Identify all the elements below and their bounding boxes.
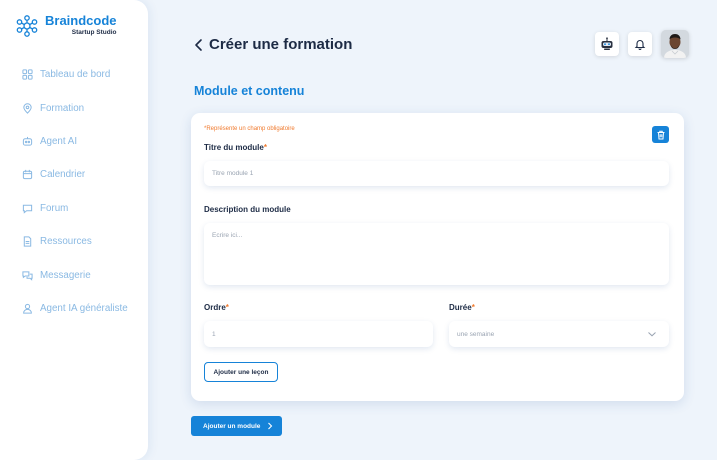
brand-name: Braindcode <box>45 13 117 28</box>
sidebar-item-label: Agent IA généraliste <box>40 302 128 314</box>
robot-button[interactable] <box>595 32 619 56</box>
ai-agent-icon <box>22 136 33 147</box>
title-label-text: Titre du module <box>204 143 264 152</box>
location-pin-icon <box>22 102 33 114</box>
brain-logo-icon <box>16 15 38 37</box>
module-description-placeholder: Ecrire ici... <box>212 232 243 239</box>
chevron-down-icon <box>648 332 656 337</box>
sidebar-item-tableau-de-bord[interactable]: Tableau de bord <box>22 58 147 91</box>
brand-logo[interactable]: Braindcode Startup Studio <box>15 14 117 38</box>
sidebar-item-label: Ressources <box>40 236 92 248</box>
sidebar-item-messagerie[interactable]: Messagerie <box>22 258 147 291</box>
messages-icon <box>22 270 33 281</box>
user-avatar[interactable] <box>661 30 689 58</box>
module-card: *Représente un champ obligatoire Titre d… <box>191 113 684 401</box>
duration-select[interactable]: une semaine <box>449 321 669 347</box>
module-description-textarea[interactable]: Ecrire ici... <box>204 223 669 285</box>
sidebar-nav: Tableau de bord Formation Agent AI Calen… <box>22 58 147 325</box>
duration-value: une semaine <box>457 330 495 338</box>
sidebar-item-ressources[interactable]: Ressources <box>22 225 147 258</box>
order-input[interactable]: 1 <box>204 321 433 347</box>
required-star: * <box>263 143 267 152</box>
order-label: Ordre* <box>204 303 229 312</box>
top-actions <box>595 30 689 58</box>
duration-label-text: Durée <box>449 303 472 312</box>
sidebar-item-agent-ai[interactable]: Agent AI <box>22 125 147 158</box>
sidebar-item-label: Messagerie <box>40 269 91 281</box>
sidebar-item-label: Formation <box>40 102 85 114</box>
delete-module-button[interactable] <box>652 126 669 143</box>
sidebar-item-forum[interactable]: Forum <box>22 192 147 225</box>
document-icon <box>22 236 33 247</box>
sidebar-item-label: Forum <box>40 202 69 214</box>
robot-icon <box>601 37 613 50</box>
dashboard-icon <box>22 69 33 80</box>
sidebar-item-label: Calendrier <box>40 169 86 181</box>
notifications-button[interactable] <box>628 32 652 56</box>
add-module-button[interactable]: Ajouter un module <box>191 416 282 436</box>
required-star: * <box>225 303 229 312</box>
bell-icon <box>634 40 646 50</box>
required-star: * <box>471 303 475 312</box>
page-header: Créer une formation <box>193 36 352 53</box>
chat-bubble-icon <box>22 203 33 214</box>
sidebar-item-label: Agent AI <box>40 135 78 147</box>
calendar-icon <box>22 169 33 180</box>
order-label-text: Ordre <box>204 303 226 312</box>
chevron-left-icon[interactable] <box>193 37 205 53</box>
trash-icon <box>657 130 664 139</box>
add-lesson-button[interactable]: Ajouter une leçon <box>204 362 278 382</box>
sidebar-item-formation[interactable]: Formation <box>22 91 147 124</box>
required-note: *Représente un champ obligatoire <box>204 126 295 132</box>
sidebar-item-calendrier[interactable]: Calendrier <box>22 158 147 191</box>
add-module-label: Ajouter un module <box>203 422 261 430</box>
user-icon <box>22 303 33 314</box>
page-title: Créer une formation <box>209 36 353 53</box>
module-title-input[interactable]: Titre module 1 <box>204 161 669 186</box>
brand-subtitle: Startup Studio <box>71 29 117 36</box>
module-title-placeholder: Titre module 1 <box>212 170 254 177</box>
sidebar-item-label: Tableau de bord <box>40 69 111 81</box>
order-value: 1 <box>212 330 216 338</box>
duration-label: Durée* <box>449 303 475 312</box>
sidebar: Braindcode Startup Studio Tableau de bor… <box>0 0 148 460</box>
profile-photo <box>661 30 689 58</box>
sidebar-item-agent-ia-generaliste[interactable]: Agent IA généraliste <box>22 292 147 325</box>
chevron-right-icon <box>268 422 273 430</box>
title-label: Titre du module* <box>204 143 267 152</box>
section-title: Module et contenu <box>194 84 305 98</box>
description-label: Description du module <box>204 205 291 214</box>
